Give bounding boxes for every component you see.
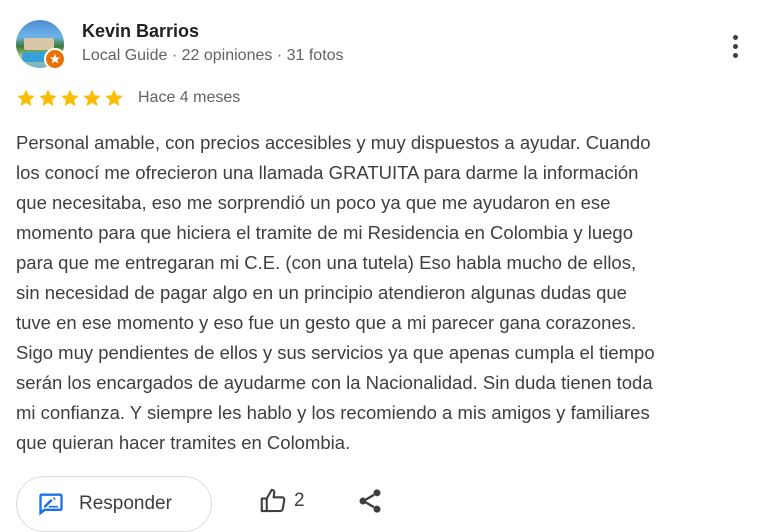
review-text: Personal amable, con precios accesibles … <box>16 128 751 458</box>
review-line: mi confianza. Y siempre les hablo y los … <box>16 402 650 423</box>
star-icon <box>39 89 57 107</box>
star-icon <box>17 89 35 107</box>
review-line: Sigo muy pendientes de ellos y sus servi… <box>16 342 655 363</box>
review-line: tuve en ese momento y eso fue un gesto q… <box>16 312 637 333</box>
review-line: momento para que hiciera el tramite de m… <box>16 222 633 243</box>
meta-separator: · <box>276 47 283 64</box>
respond-label: Responder <box>79 493 172 514</box>
reviews-count: 22 opiniones <box>181 47 273 64</box>
rating-row: Hace 4 meses <box>16 86 240 110</box>
photos-count: 31 fotos <box>286 47 344 64</box>
local-guide-label: Local Guide <box>82 47 168 64</box>
reviewer-name[interactable]: Kevin Barrios <box>82 21 199 42</box>
review-line: los conocí me ofrecieron una llamada GRA… <box>16 162 639 183</box>
star-rating <box>16 88 124 108</box>
more-vert-icon[interactable] <box>719 26 751 66</box>
review-line: sin necesidad de pagar algo en un princi… <box>16 282 627 303</box>
likes-count: 2 <box>294 490 305 511</box>
star-icon <box>83 89 101 107</box>
reviewer-avatar[interactable] <box>16 20 66 70</box>
star-icon <box>61 89 79 107</box>
thumb-up-icon <box>260 488 286 513</box>
review-date: Hace 4 meses <box>138 89 241 106</box>
respond-button[interactable]: Responder <box>16 476 212 532</box>
review-line: que quieran hacer tramites en Colombia. <box>16 432 351 453</box>
like-button[interactable]: 2 <box>258 486 305 516</box>
meta-separator: · <box>171 47 178 64</box>
review-line: que necesitaba, eso me sorprendió un poc… <box>16 192 611 213</box>
star-icon <box>105 89 123 107</box>
share-button[interactable] <box>356 486 384 521</box>
review-line: para que me entregaran mi C.E. (con una … <box>16 252 637 273</box>
review-line: serán los encargados de ayudarme con la … <box>16 372 653 393</box>
reviewer-meta: Local Guide · 22 opiniones · 31 fotos <box>82 47 344 65</box>
local-guide-star-icon <box>44 48 66 70</box>
share-icon <box>359 489 381 513</box>
review-line: Personal amable, con precios accesibles … <box>16 132 651 153</box>
edit-reply-icon <box>39 493 63 516</box>
